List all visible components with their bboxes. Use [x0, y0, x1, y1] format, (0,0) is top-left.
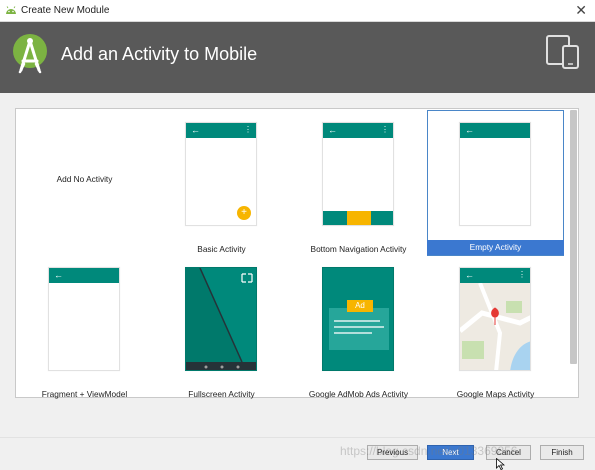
- tile-google-maps-activity[interactable]: ← ⋮ Google Maps Activity: [427, 257, 564, 401]
- arrow-left-icon: ←: [465, 270, 474, 280]
- overflow-menu-icon: ⋮: [244, 125, 252, 134]
- close-icon[interactable]: ✕: [575, 2, 587, 18]
- tile-label: Empty Activity: [427, 240, 564, 255]
- fab-plus-icon: +: [237, 206, 251, 220]
- tile-label: Basic Activity: [197, 244, 246, 254]
- tile-label: Google AdMob Ads Activity: [308, 389, 409, 399]
- tile-label: Bottom Navigation Activity: [310, 244, 407, 254]
- bottom-nav-active-item: [347, 211, 371, 225]
- tile-label: Fragment + ViewModel: [41, 389, 128, 399]
- finish-button[interactable]: Finish: [540, 445, 584, 460]
- mouse-cursor-icon: [496, 458, 505, 470]
- app-bar: ← ⋮: [186, 123, 256, 138]
- gallery-scrollbar[interactable]: [570, 110, 577, 364]
- phone-preview: ←: [459, 122, 531, 226]
- ad-badge: Ad: [347, 300, 373, 312]
- ad-line: [334, 326, 384, 328]
- tile-fragment-viewmodel[interactable]: ← Fragment + ViewModel: [16, 257, 153, 401]
- cancel-button[interactable]: Cancel: [486, 445, 531, 460]
- tile-fullscreen-activity[interactable]: Fullscreen Activity: [153, 257, 290, 401]
- tile-basic-activity[interactable]: ← ⋮ + Basic Activity: [153, 112, 290, 256]
- arrow-left-icon: ←: [328, 125, 337, 135]
- tile-admob-ads-activity[interactable]: Ad Google AdMob Ads Activity: [290, 257, 427, 401]
- wizard-header: Add an Activity to Mobile: [0, 22, 595, 93]
- phone-preview: [185, 267, 257, 371]
- phone-preview: ← ⋮: [459, 267, 531, 371]
- tile-label: Add No Activity: [56, 174, 113, 184]
- ad-line: [334, 320, 380, 322]
- tile-bottom-navigation-activity[interactable]: ← ⋮ Bottom Navigation Activity: [290, 112, 427, 256]
- tile-label: Google Maps Activity: [456, 389, 535, 399]
- app-bar: ← ⋮: [460, 268, 530, 283]
- tile-add-no-activity[interactable]: Add No Activity: [16, 112, 153, 256]
- app-bar: ←: [460, 123, 530, 138]
- ad-card: Ad: [329, 300, 389, 350]
- tile-label: Fullscreen Activity: [188, 389, 255, 399]
- window-titlebar: Create New Module ✕: [0, 0, 595, 22]
- overflow-menu-icon: ⋮: [381, 125, 389, 134]
- phone-preview: ← ⋮: [322, 122, 394, 226]
- bottom-nav-bar: [323, 211, 393, 225]
- phone-preview: Ad: [322, 267, 394, 371]
- android-studio-icon: [13, 34, 47, 74]
- phone-tablet-icon: [546, 35, 579, 69]
- overflow-menu-icon: ⋮: [518, 270, 526, 279]
- arrow-left-icon: ←: [191, 125, 200, 135]
- fullscreen-preview: [186, 268, 256, 370]
- map-preview: [460, 283, 530, 370]
- app-bar: ← ⋮: [323, 123, 393, 138]
- wizard-footer: Previous Next Cancel Finish: [0, 437, 595, 470]
- arrow-left-icon: ←: [54, 270, 63, 280]
- previous-button[interactable]: Previous: [367, 445, 418, 460]
- android-icon: [6, 6, 16, 14]
- ad-line: [334, 332, 372, 334]
- window-title: Create New Module: [21, 5, 110, 16]
- tile-empty-activity[interactable]: ← Empty Activity: [427, 110, 564, 256]
- next-button[interactable]: Next: [427, 445, 474, 460]
- activity-gallery: Add No Activity ← ⋮ + Basic Activity ← ⋮…: [15, 108, 579, 401]
- phone-preview: ← ⋮ +: [185, 122, 257, 226]
- arrow-left-icon: ←: [465, 125, 474, 135]
- page-title: Add an Activity to Mobile: [61, 44, 258, 64]
- phone-preview: ←: [48, 267, 120, 371]
- app-bar: ←: [49, 268, 119, 283]
